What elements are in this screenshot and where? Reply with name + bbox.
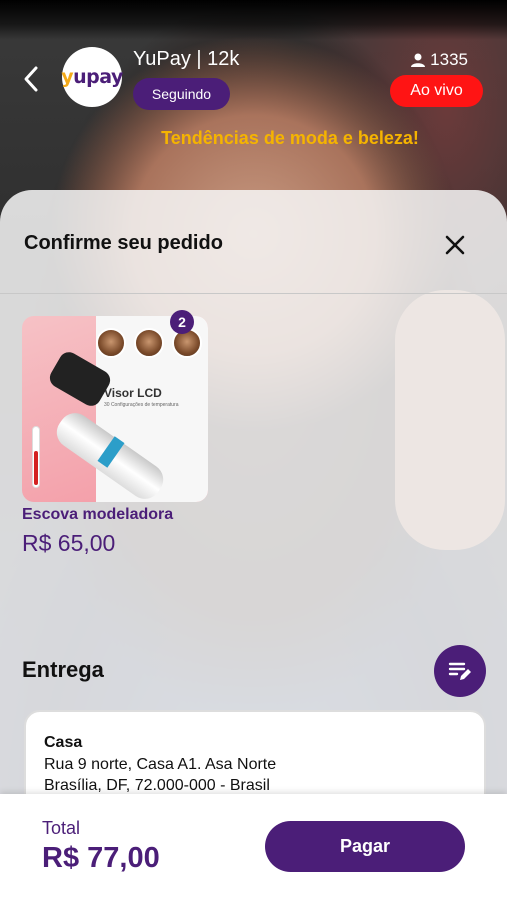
viewer-count-value: 1335 — [430, 50, 468, 69]
edit-address-button[interactable] — [434, 645, 486, 697]
checkout-footer: Total R$ 77,00 Pagar — [0, 794, 507, 900]
thermometer-graphic — [32, 426, 40, 488]
product-name: Escova modeladora — [22, 506, 174, 523]
yupay-logo: yupay — [61, 66, 123, 88]
sheet-title: Confirme seu pedido — [24, 232, 223, 254]
edit-list-icon — [448, 662, 471, 680]
channel-avatar[interactable]: yupay — [61, 47, 123, 107]
stream-subtitle: Tendências de moda e beleza! — [161, 128, 419, 148]
follow-button[interactable]: Seguindo — [133, 78, 230, 110]
pay-button[interactable]: Pagar — [265, 821, 465, 872]
address-title: Casa — [44, 734, 83, 751]
channel-name: YuPay | 12k — [133, 48, 240, 70]
total-value: R$ 77,00 — [42, 842, 160, 874]
quantity-badge: 2 — [170, 310, 194, 334]
model-face — [96, 328, 126, 358]
top-fade — [0, 0, 507, 40]
address-line-2: Brasília, DF, 72.000-000 - Brasil — [44, 777, 270, 794]
product-image[interactable]: Visor LCD 30 Configurações de temperatur… — [22, 316, 208, 502]
total-label: Total — [42, 818, 81, 838]
back-arrow-icon — [24, 66, 38, 92]
delivery-heading: Entrega — [22, 657, 104, 682]
product-image-caption: Visor LCD — [104, 386, 162, 400]
back-button[interactable] — [18, 62, 46, 96]
close-button[interactable] — [440, 230, 470, 260]
live-badge: Ao vivo — [390, 75, 483, 107]
product-image-subcaption: 30 Configurações de temperatura — [104, 402, 179, 408]
viewer-count: 1335 — [410, 50, 468, 70]
model-face — [134, 328, 164, 358]
close-icon — [445, 235, 465, 255]
user-icon — [411, 53, 426, 67]
sheet-divider — [0, 293, 507, 294]
address-line-1: Rua 9 norte, Casa A1. Asa Norte — [44, 756, 277, 773]
product-price: R$ 65,00 — [22, 530, 116, 556]
